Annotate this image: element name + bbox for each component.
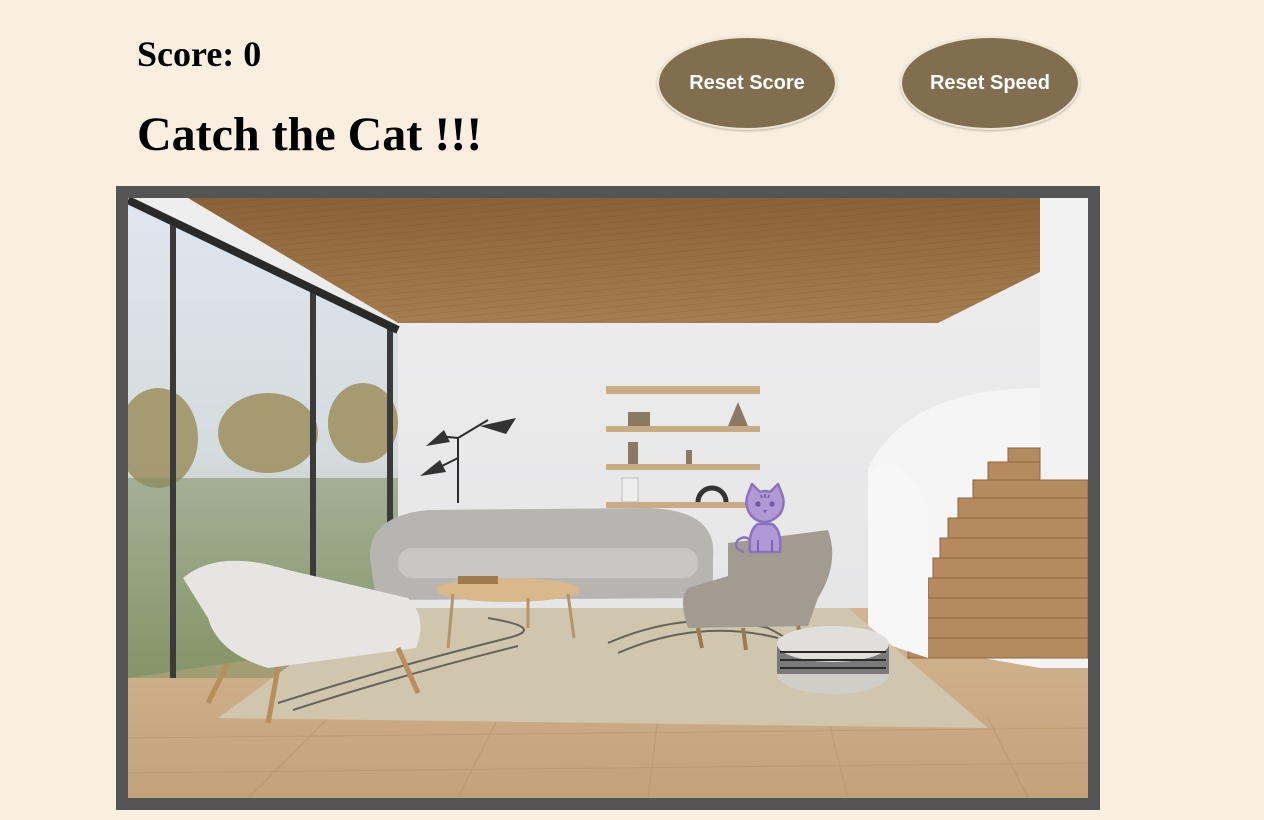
reset-speed-button[interactable]: Reset Speed: [900, 36, 1080, 130]
game-area[interactable]: [116, 186, 1100, 810]
cat-icon[interactable]: [734, 482, 794, 558]
room-background: [128, 198, 1088, 798]
game-title: Catch the Cat !!!: [137, 108, 483, 161]
living-room-scene: [128, 198, 1088, 798]
score-display: Score: 0: [137, 34, 262, 74]
reset-score-button[interactable]: Reset Score: [657, 36, 837, 130]
